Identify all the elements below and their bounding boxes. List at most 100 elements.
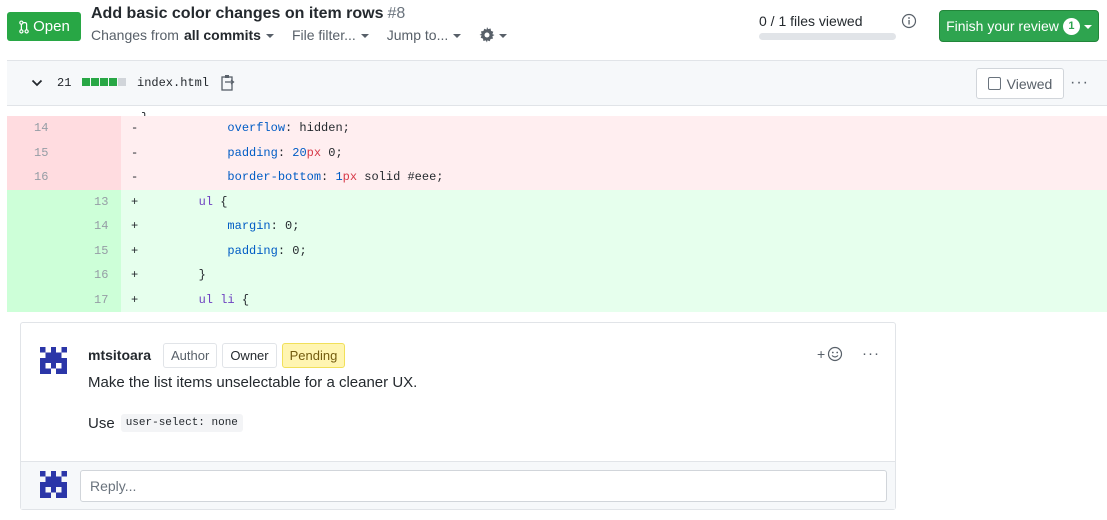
- code-property: overflow: [227, 121, 286, 135]
- info-icon[interactable]: [901, 13, 917, 29]
- code-line: overflow: hidden;: [141, 116, 1107, 141]
- code-rest: : hidden;: [285, 121, 350, 135]
- new-line-number[interactable]: 13: [67, 189, 121, 214]
- viewed-checkbox[interactable]: [987, 77, 1001, 90]
- pr-title: Add basic color changes on item rows #8: [91, 5, 405, 23]
- new-line-number[interactable]: [67, 165, 121, 190]
- file-changes-count: 21: [57, 76, 72, 90]
- comment-more-icon[interactable]: ···: [862, 345, 880, 362]
- diff-settings-button[interactable]: [479, 27, 508, 43]
- new-line-number[interactable]: 17: [67, 287, 121, 312]
- code-selector: ul li: [198, 292, 235, 307]
- old-line-number[interactable]: 15: [7, 140, 67, 165]
- old-line-number[interactable]: [7, 189, 67, 214]
- new-line-number[interactable]: 15: [67, 238, 121, 263]
- code-rest: 0;: [321, 145, 343, 160]
- code-rest: : 0;: [277, 243, 307, 258]
- owner-label: Owner: [222, 343, 277, 368]
- avatar[interactable]: [40, 347, 67, 374]
- file-filter-dropdown[interactable]: File filter...: [292, 27, 369, 43]
- old-line-number[interactable]: 16: [7, 165, 67, 190]
- diff-marker: -: [131, 170, 139, 184]
- chevron-down-icon: [499, 34, 508, 38]
- reply-input[interactable]: [80, 470, 887, 502]
- changes-from-value: all commits: [183, 27, 261, 43]
- code-rest: {: [234, 292, 250, 307]
- file-filter-label: File filter...: [291, 27, 356, 43]
- new-line-number[interactable]: [67, 140, 121, 165]
- diff-row-added: 16 + }: [7, 263, 1107, 288]
- reply-area: [21, 461, 895, 509]
- inline-code: user-select: none: [120, 414, 243, 432]
- code-line: ul {: [141, 190, 1107, 215]
- comment-author[interactable]: mtsitoara: [88, 347, 151, 363]
- old-line-number: [7, 106, 67, 116]
- diff-row-added: 13 + ul {: [7, 189, 1107, 215]
- old-line-number[interactable]: [7, 238, 67, 263]
- new-line-number[interactable]: 14: [67, 214, 121, 239]
- diff-rows: 14- overflow: hidden; 15- padding: 20px 0…: [7, 116, 1107, 312]
- jump-to-dropdown[interactable]: Jump to...: [387, 27, 462, 43]
- code-number: 1: [335, 170, 343, 184]
- review-comment-thread: mtsitoara Author Owner Pending + ··· Mak…: [20, 322, 896, 510]
- file-name[interactable]: index.html: [137, 76, 209, 90]
- pr-status-label: Open: [33, 18, 70, 35]
- code-line: ul li {: [141, 288, 1107, 313]
- files-viewed-progress: [759, 33, 896, 40]
- code-line: padding: 20px 0;: [141, 141, 1107, 166]
- copy-icon[interactable]: [220, 74, 236, 92]
- comment-body-code-line: Use user-select: none: [88, 414, 243, 432]
- collapse-chevron-icon[interactable]: [31, 78, 43, 88]
- avatar: [40, 471, 67, 498]
- git-pull-request-icon: [19, 19, 29, 34]
- pending-label: Pending: [281, 343, 346, 368]
- diff-marker: -: [131, 145, 139, 160]
- diffstat-block: [82, 78, 90, 86]
- chevron-down-icon: [265, 34, 274, 38]
- pr-toolbar: Changes from all commits File filter... …: [91, 27, 508, 43]
- code-line: }: [141, 263, 1107, 288]
- diff-marker: +: [131, 219, 139, 233]
- comment-body: Make the list items unselectable for a c…: [88, 374, 418, 391]
- gear-icon: [479, 27, 495, 43]
- pr-header: Open Add basic color changes on item row…: [0, 0, 1107, 60]
- diff-row-added: 17 + ul li {: [7, 287, 1107, 313]
- new-line-number: [67, 106, 121, 116]
- diff-row-deleted: 15 - padding: 20px 0;: [7, 140, 1107, 166]
- viewed-checkbox-button[interactable]: Viewed: [976, 68, 1064, 99]
- code-number: 20: [292, 145, 307, 160]
- diff-marker: +: [131, 268, 139, 282]
- old-line-number[interactable]: [7, 214, 67, 239]
- comment-use-text: Use: [88, 414, 115, 432]
- new-line-number[interactable]: [67, 116, 121, 141]
- code-line: }: [141, 106, 1107, 116]
- smiley-icon: [828, 346, 843, 362]
- pr-title-text: Add basic color changes on item rows: [91, 5, 384, 22]
- code-unit: px: [306, 145, 322, 160]
- pending-count-badge: 1: [1062, 17, 1080, 35]
- add-reaction-button[interactable]: +: [817, 346, 843, 362]
- code-line: padding: 0;: [141, 239, 1107, 264]
- code-line: border-bottom: 1px solid #eee;: [141, 165, 1107, 190]
- pr-number: #8: [387, 5, 406, 22]
- old-line-number[interactable]: 14: [7, 116, 67, 141]
- more-options-icon[interactable]: ···: [1070, 74, 1089, 92]
- diff-table: } 14- overflow: hidden;15- padding: 20px…: [7, 106, 1107, 312]
- changes-from-dropdown[interactable]: Changes from all commits: [91, 27, 274, 43]
- plus-icon: +: [817, 346, 826, 362]
- code-colon: :: [321, 170, 336, 184]
- old-line-number[interactable]: [7, 287, 67, 312]
- diff-marker: +: [131, 292, 139, 307]
- finish-review-button[interactable]: Finish your review 1: [939, 10, 1099, 42]
- new-line-number[interactable]: 16: [67, 263, 121, 288]
- diff-row-deleted: 14 - overflow: hidden;: [7, 116, 1107, 141]
- code-colon: :: [277, 145, 293, 160]
- old-line-number[interactable]: [7, 263, 67, 288]
- diffstat-block: [109, 78, 117, 86]
